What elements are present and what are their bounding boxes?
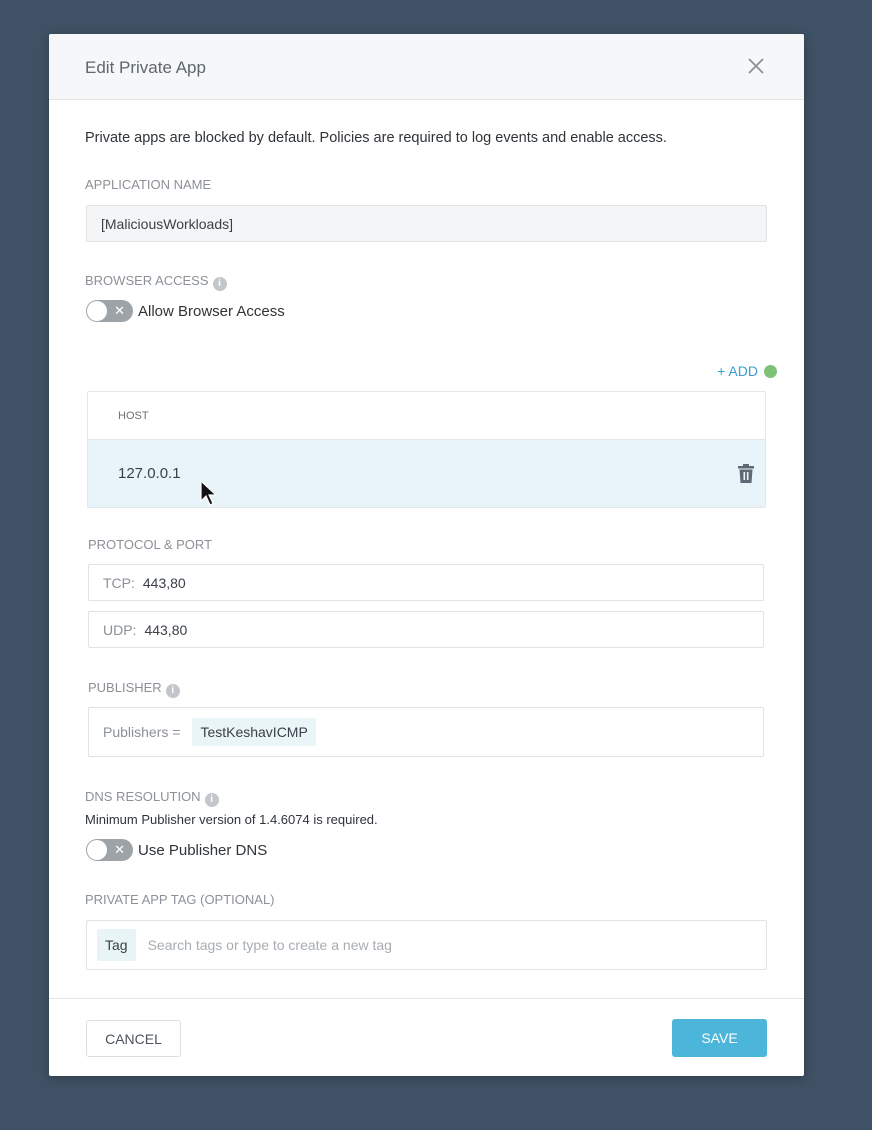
status-dot-icon xyxy=(764,364,777,378)
tcp-port-field[interactable]: TCP: 443,80 xyxy=(88,564,764,601)
toggle-knob xyxy=(87,840,107,860)
close-button[interactable] xyxy=(744,54,768,78)
toggle-knob xyxy=(87,301,107,321)
dns-resolution-label-text: DNS RESOLUTION xyxy=(85,789,201,804)
modal-title: Edit Private App xyxy=(85,58,206,77)
close-icon xyxy=(748,58,764,74)
browser-access-label-text: BROWSER ACCESS xyxy=(85,273,209,288)
host-column-header: HOST xyxy=(88,392,765,440)
publisher-chip[interactable]: TestKeshavICMP xyxy=(192,718,316,746)
cancel-button[interactable]: CANCEL xyxy=(86,1020,181,1057)
tcp-prefix: TCP: xyxy=(103,574,135,591)
host-table: HOST 127.0.0.1 xyxy=(87,391,766,508)
udp-value: 443,80 xyxy=(144,621,188,638)
toggle-off-icon: ✕ xyxy=(114,842,125,857)
host-value: 127.0.0.1 xyxy=(118,465,181,482)
browser-access-label: BROWSER ACCESS i xyxy=(85,273,227,291)
info-icon[interactable]: i xyxy=(212,277,227,291)
add-host-label: + ADD xyxy=(717,363,758,379)
tag-field[interactable]: Tag Search tags or type to create a new … xyxy=(86,920,767,970)
info-icon[interactable]: i xyxy=(165,684,180,698)
dns-toggle-row: ✕ Use Publisher DNS xyxy=(86,839,267,861)
application-name-label: APPLICATION NAME xyxy=(85,177,212,192)
intro-text: Private apps are blocked by default. Pol… xyxy=(85,130,667,146)
publisher-prefix: Publishers = xyxy=(103,724,181,740)
trash-icon[interactable] xyxy=(737,463,755,484)
browser-access-toggle-label: Allow Browser Access xyxy=(138,302,285,320)
udp-prefix: UDP: xyxy=(103,621,137,638)
application-name-value: [MaliciousWorkloads] xyxy=(101,215,234,232)
browser-access-toggle[interactable]: ✕ xyxy=(86,300,133,322)
save-button[interactable]: SAVE xyxy=(672,1019,767,1057)
application-name-field[interactable]: [MaliciousWorkloads] xyxy=(86,205,767,242)
edit-private-app-modal: Edit Private App Private apps are blocke… xyxy=(49,34,804,1076)
modal-footer: CANCEL SAVE xyxy=(49,998,804,1076)
dns-resolution-label: DNS RESOLUTION i xyxy=(85,789,219,807)
dns-helper-text: Minimum Publisher version of 1.4.6074 is… xyxy=(85,812,378,827)
publisher-label-text: PUBLISHER xyxy=(88,680,162,695)
publisher-dns-toggle-label: Use Publisher DNS xyxy=(138,841,268,859)
publisher-dns-toggle[interactable]: ✕ xyxy=(86,839,133,861)
info-icon[interactable]: i xyxy=(204,793,219,807)
udp-port-field[interactable]: UDP: 443,80 xyxy=(88,611,764,648)
tag-label: PRIVATE APP TAG (OPTIONAL) xyxy=(85,892,275,907)
tag-search-input[interactable]: Search tags or type to create a new tag xyxy=(148,937,392,953)
tcp-value: 443,80 xyxy=(142,574,186,591)
toggle-off-icon: ✕ xyxy=(114,303,125,318)
mouse-cursor-icon xyxy=(200,480,218,506)
browser-access-toggle-row: ✕ Allow Browser Access xyxy=(86,300,285,322)
table-row[interactable]: 127.0.0.1 xyxy=(88,440,765,507)
publisher-label: PUBLISHER i xyxy=(88,680,180,698)
add-host-button[interactable]: + ADD xyxy=(717,363,777,379)
modal-header: Edit Private App xyxy=(49,34,804,100)
publisher-field[interactable]: Publishers = TestKeshavICMP xyxy=(88,707,764,757)
tag-chip: Tag xyxy=(97,929,136,961)
protocol-port-label: PROTOCOL & PORT xyxy=(88,537,213,552)
